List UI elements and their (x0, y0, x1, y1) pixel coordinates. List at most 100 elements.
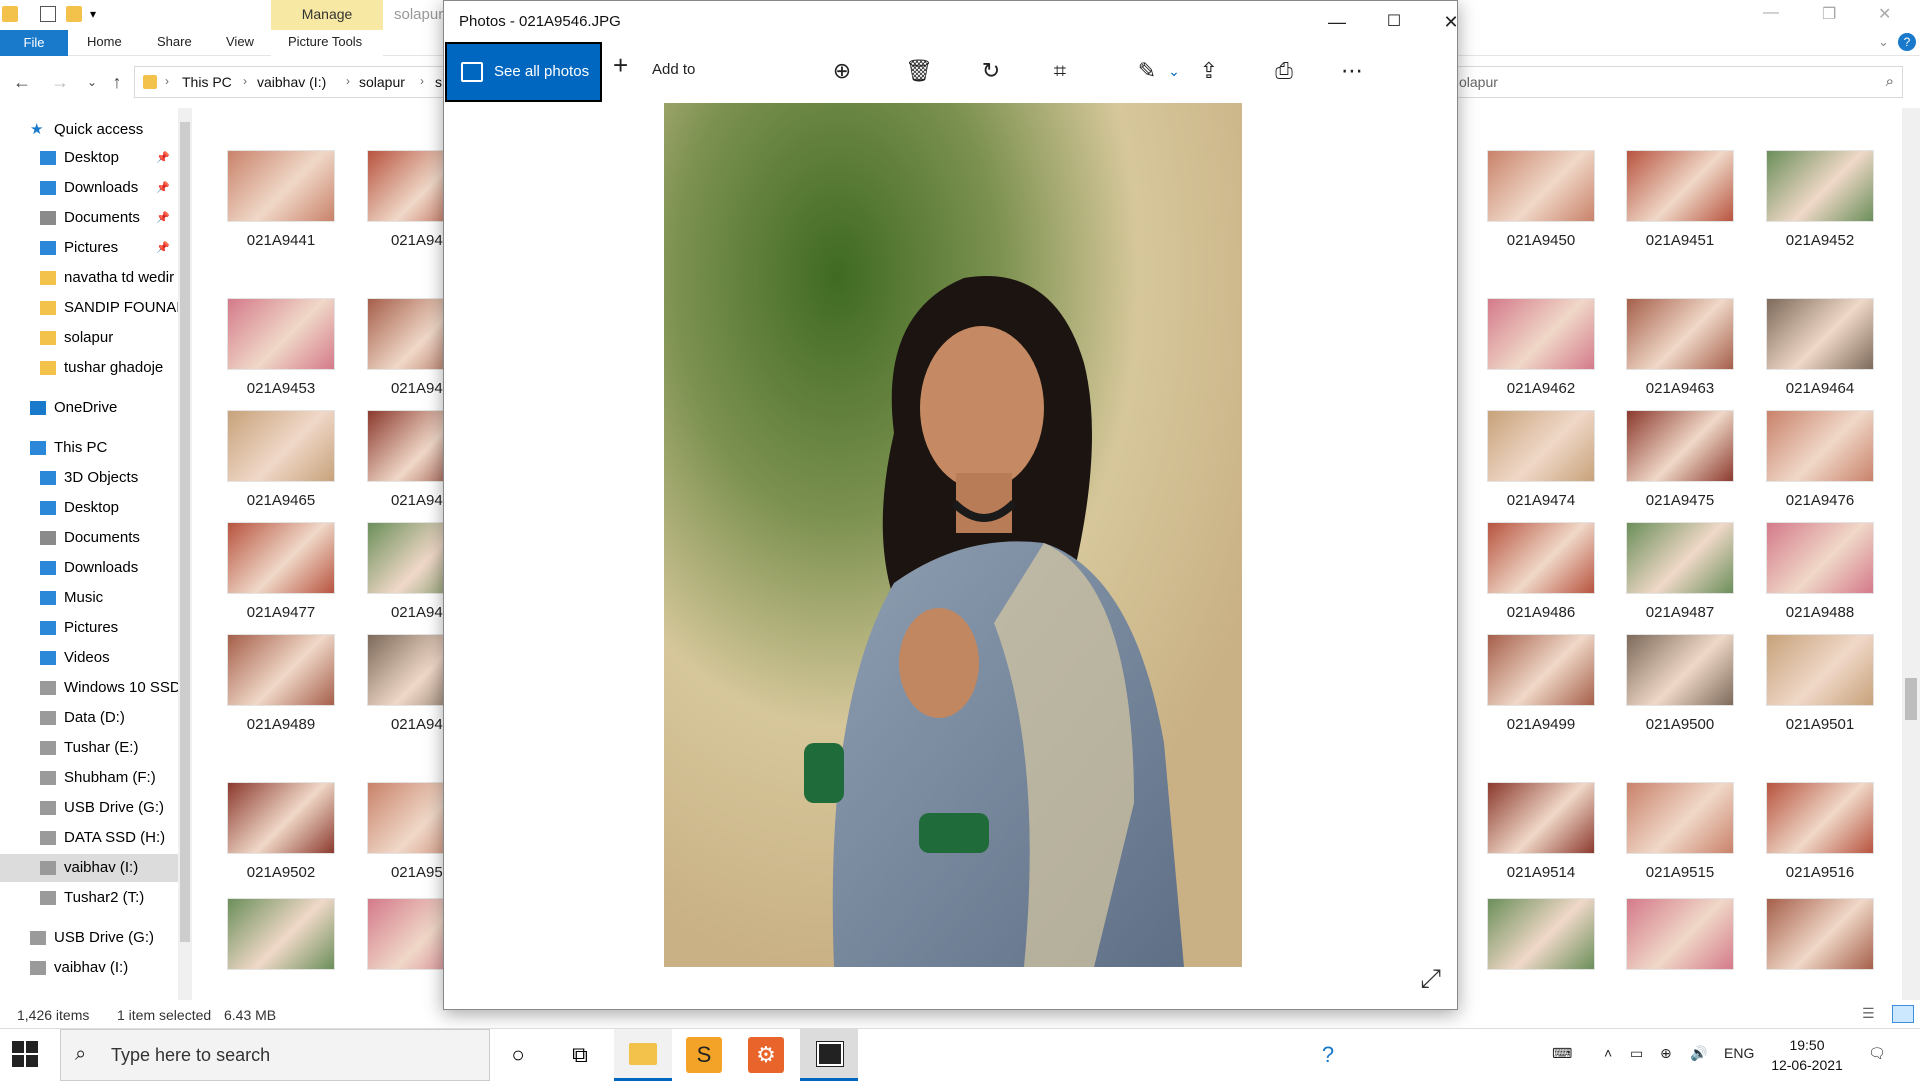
nav-item[interactable]: USB Drive (G:) (0, 794, 178, 822)
recent-locations-icon[interactable]: ⌄ (80, 70, 104, 94)
breadcrumb-drive[interactable]: vaibhav (I:) (257, 74, 326, 90)
breadcrumb-separator[interactable]: › (346, 74, 350, 88)
large-icons-view-icon[interactable] (1892, 1005, 1914, 1023)
search-input[interactable]: olapur ⌕ (1455, 66, 1903, 98)
cortana-icon[interactable]: ○ (500, 1037, 536, 1073)
ribbon-expand-icon[interactable]: ⌄ (1878, 34, 1889, 50)
pin-icon[interactable]: 📌 (156, 144, 170, 172)
nav-item[interactable]: ★ Quick access (0, 116, 178, 144)
battery-icon[interactable]: ▭ (1630, 1045, 1643, 1062)
thumbnail-item[interactable]: 021A9486 (1487, 522, 1595, 630)
thumbnail-item[interactable]: 021A9487 (1626, 522, 1734, 630)
nav-item[interactable]: Pictures 📌 (0, 234, 178, 262)
up-icon[interactable]: ↑ (105, 70, 129, 94)
help-icon[interactable]: ? (1898, 33, 1916, 51)
taskbar-file-explorer[interactable] (614, 1029, 672, 1081)
pin-icon[interactable]: 📌 (156, 234, 170, 262)
thumbnail-item[interactable]: 021A9489 (227, 634, 335, 742)
thumbnail-item[interactable]: 021A9441 (227, 150, 335, 258)
taskbar-photos[interactable] (800, 1029, 858, 1081)
thumbnail-item[interactable]: 021A9501 (1766, 634, 1874, 742)
tab-view[interactable]: View (226, 34, 254, 49)
start-button[interactable] (12, 1041, 40, 1069)
zoom-in-icon[interactable]: ⊕ (822, 51, 862, 91)
thumbnail-item[interactable]: 021A9451 (1626, 150, 1734, 258)
nav-item[interactable]: OneDrive (0, 394, 178, 422)
nav-item[interactable]: vaibhav (I:) (0, 954, 178, 982)
nav-item[interactable]: Tushar (E:) (0, 734, 178, 762)
rotate-icon[interactable]: ↻ (971, 51, 1011, 91)
thumbnail-item[interactable]: 021A9450 (1487, 150, 1595, 258)
volume-icon[interactable]: 🔊 (1690, 1045, 1707, 1062)
nav-item[interactable]: This PC (0, 434, 178, 462)
see-all-photos-button[interactable]: See all photos (445, 42, 602, 102)
nav-item[interactable]: tushar ghadoje (0, 354, 178, 382)
language-indicator[interactable]: ENG (1724, 1045, 1754, 1061)
nav-item[interactable]: Tushar2 (T:) (0, 884, 178, 912)
nav-item[interactable]: Windows 10 SSD (0, 674, 178, 702)
nav-item[interactable]: SANDIP FOUNAI (0, 294, 178, 322)
nav-item[interactable]: Desktop (0, 494, 178, 522)
tab-home[interactable]: Home (87, 34, 122, 49)
network-icon[interactable]: ⊕ (1660, 1045, 1672, 1062)
customize-toolbar-icon[interactable]: ▾ (90, 6, 106, 22)
nav-item[interactable]: Documents (0, 524, 178, 552)
thumbnail-item[interactable]: 021A9476 (1766, 410, 1874, 518)
restore-icon[interactable]: ❐ (1822, 4, 1836, 24)
thumbnail-item[interactable]: 021A9474 (1487, 410, 1595, 518)
thumbnail-item[interactable]: 021A9516 (1766, 782, 1874, 890)
breadcrumb-solapur[interactable]: solapur (359, 74, 405, 90)
nav-item[interactable]: Shubham (F:) (0, 764, 178, 792)
thumbnail-item[interactable]: 021A9464 (1766, 298, 1874, 406)
nav-item[interactable]: navatha td wedir (0, 264, 178, 292)
details-view-icon[interactable]: ☰ (1862, 1005, 1875, 1022)
thumbnail-item[interactable]: 021A9488 (1766, 522, 1874, 630)
xampp-icon[interactable]: ⚙ (748, 1037, 784, 1073)
thumbnail-item[interactable] (1626, 898, 1734, 1006)
thumbnail-item[interactable] (227, 898, 335, 1006)
more-icon[interactable]: ⋯ (1332, 51, 1372, 91)
thumbnail-item[interactable] (1766, 898, 1874, 1006)
get-help-icon[interactable]: ? (1310, 1037, 1346, 1073)
nav-item[interactable]: Data (D:) (0, 704, 178, 732)
maximize-icon[interactable]: ☐ (1369, 7, 1419, 37)
thumbnail-item[interactable]: 021A9502 (227, 782, 335, 890)
minimize-icon[interactable]: — (1763, 4, 1779, 22)
delete-icon[interactable]: 🗑 (899, 51, 939, 91)
nav-item[interactable]: Desktop 📌 (0, 144, 178, 172)
touch-keyboard-icon[interactable]: ⌨ (1552, 1045, 1572, 1062)
notifications-icon[interactable]: 🗨 (1868, 1045, 1886, 1062)
thumbnail-item[interactable]: 021A9477 (227, 522, 335, 630)
crop-icon[interactable]: ⌗ (1040, 51, 1080, 91)
content-scroll-thumb[interactable] (1905, 678, 1917, 720)
close-icon[interactable]: ✕ (1878, 4, 1891, 24)
taskbar-search-box[interactable]: ⌕ Type here to search (60, 1029, 490, 1081)
back-icon[interactable]: ← (10, 70, 34, 94)
thumbnail-item[interactable] (1487, 898, 1595, 1006)
nav-item[interactable]: Downloads (0, 554, 178, 582)
nav-item[interactable]: 3D Objects (0, 464, 178, 492)
thumbnail-item[interactable]: 021A9452 (1766, 150, 1874, 258)
breadcrumb-separator[interactable]: › (165, 74, 169, 88)
nav-item[interactable]: USB Drive (G:) (0, 924, 178, 952)
thumbnail-item[interactable]: 021A9514 (1487, 782, 1595, 890)
breadcrumb-subfolder[interactable]: s (435, 74, 442, 90)
breadcrumb-separator[interactable]: › (420, 74, 424, 88)
manage-contextual-tab[interactable]: Manage (271, 0, 383, 30)
pin-icon[interactable]: 📌 (156, 204, 170, 232)
tab-share[interactable]: Share (157, 34, 192, 49)
folder-icon[interactable] (2, 6, 18, 22)
nav-item[interactable]: Pictures (0, 614, 178, 642)
nav-item[interactable]: vaibhav (I:) (0, 854, 178, 882)
minimize-icon[interactable]: — (1312, 7, 1362, 37)
breadcrumb-this-pc[interactable]: This PC (182, 74, 232, 90)
nav-item[interactable]: Music (0, 584, 178, 612)
thumbnail-item[interactable]: 021A9463 (1626, 298, 1734, 406)
sublime-text-icon[interactable]: S (686, 1037, 722, 1073)
nav-item[interactable]: Documents 📌 (0, 204, 178, 232)
clock[interactable]: 19:50 12-06-2021 (1770, 1035, 1844, 1075)
pin-icon[interactable]: 📌 (156, 174, 170, 202)
thumbnail-item[interactable]: 021A9515 (1626, 782, 1734, 890)
nav-scrollbar[interactable] (178, 108, 192, 1000)
nav-scroll-thumb[interactable] (180, 122, 190, 942)
